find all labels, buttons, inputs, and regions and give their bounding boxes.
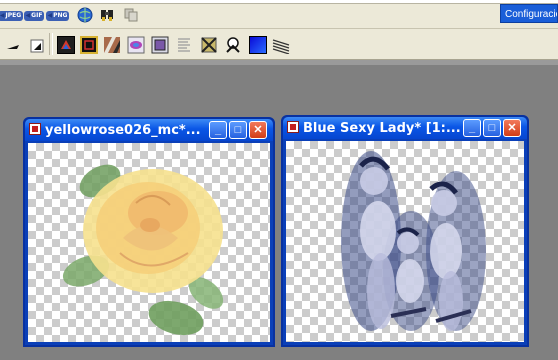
workspace-divider <box>0 60 558 65</box>
window-title: yellowrose026_mc*... <box>45 123 201 138</box>
effects-frame-button[interactable] <box>57 36 75 54</box>
image-icon <box>151 36 169 54</box>
toolbar-separator <box>49 33 53 55</box>
arrow-cursor-button[interactable] <box>4 36 24 56</box>
jpeg-export-button[interactable]: JPEG <box>0 6 24 26</box>
image-canvas[interactable] <box>28 143 270 342</box>
maximize-icon: □ <box>234 123 242 136</box>
minimize-icon: _ <box>214 123 222 136</box>
gif-export-button[interactable]: GIF <box>23 6 45 26</box>
warning-button[interactable] <box>224 36 242 54</box>
gif-icon: GIF <box>23 11 45 21</box>
stripes-button[interactable] <box>272 36 290 55</box>
blue-figure-art <box>341 151 486 331</box>
web-globe-icon <box>77 7 93 23</box>
copy-button[interactable] <box>121 5 141 25</box>
document-icon <box>29 123 41 135</box>
toolbar-edge <box>0 0 558 4</box>
window-title: Blue Sexy Lady* [1:... <box>303 121 461 136</box>
copy-icon <box>124 8 138 22</box>
top-toolbar: JPEG GIF PNG Configuracion <box>0 0 558 29</box>
warning-icon <box>226 37 240 53</box>
layer-button[interactable] <box>127 36 145 54</box>
window-titlebar[interactable]: yellowrose026_mc*... _ □ ✕ <box>25 119 273 141</box>
minimize-icon: _ <box>468 121 476 134</box>
binoculars-button[interactable] <box>97 5 117 25</box>
window-titlebar[interactable]: Blue Sexy Lady* [1:... _ □ ✕ <box>283 117 527 139</box>
texture-icon <box>104 37 120 53</box>
image-canvas[interactable] <box>286 141 524 342</box>
web-globe-button[interactable] <box>75 5 95 25</box>
arrow-cursor-icon <box>7 45 19 49</box>
selection-tool-button[interactable] <box>27 36 47 56</box>
texture-button[interactable] <box>103 36 121 54</box>
yellow-rose-image <box>62 164 224 336</box>
maximize-icon: □ <box>488 121 496 134</box>
stripes-icon <box>272 39 290 55</box>
png-export-button[interactable]: PNG <box>45 6 70 26</box>
edge-frame-button[interactable] <box>80 36 98 54</box>
binoculars-icon <box>101 10 113 21</box>
crop-button[interactable] <box>200 36 218 54</box>
close-icon: ✕ <box>253 123 263 136</box>
blue-square-button[interactable] <box>249 36 267 54</box>
document-icon <box>287 121 299 133</box>
effects-frame-icon <box>61 40 71 49</box>
configuracion-button[interactable]: Configuracion <box>500 4 558 23</box>
minimize-button[interactable]: _ <box>463 119 481 137</box>
close-button[interactable]: ✕ <box>249 121 267 139</box>
close-button[interactable]: ✕ <box>503 119 521 137</box>
minimize-button[interactable]: _ <box>209 121 227 139</box>
layer-icon <box>127 36 145 54</box>
striped-icon <box>178 38 190 52</box>
image-window-blue-sexy-lady[interactable]: Blue Sexy Lady* [1:... _ □ ✕ <box>281 115 529 347</box>
maximize-button[interactable]: □ <box>229 121 247 139</box>
png-icon: PNG <box>45 11 70 21</box>
jpeg-icon: JPEG <box>0 11 24 21</box>
close-icon: ✕ <box>507 121 517 134</box>
edge-frame-icon <box>84 40 94 50</box>
selection-tool-icon <box>30 39 44 53</box>
image-window-yellowrose[interactable]: yellowrose026_mc*... _ □ ✕ <box>23 117 275 347</box>
striped-button[interactable] <box>175 36 193 54</box>
image-button[interactable] <box>151 36 169 54</box>
maximize-button[interactable]: □ <box>483 119 501 137</box>
crop-icon <box>201 37 217 53</box>
